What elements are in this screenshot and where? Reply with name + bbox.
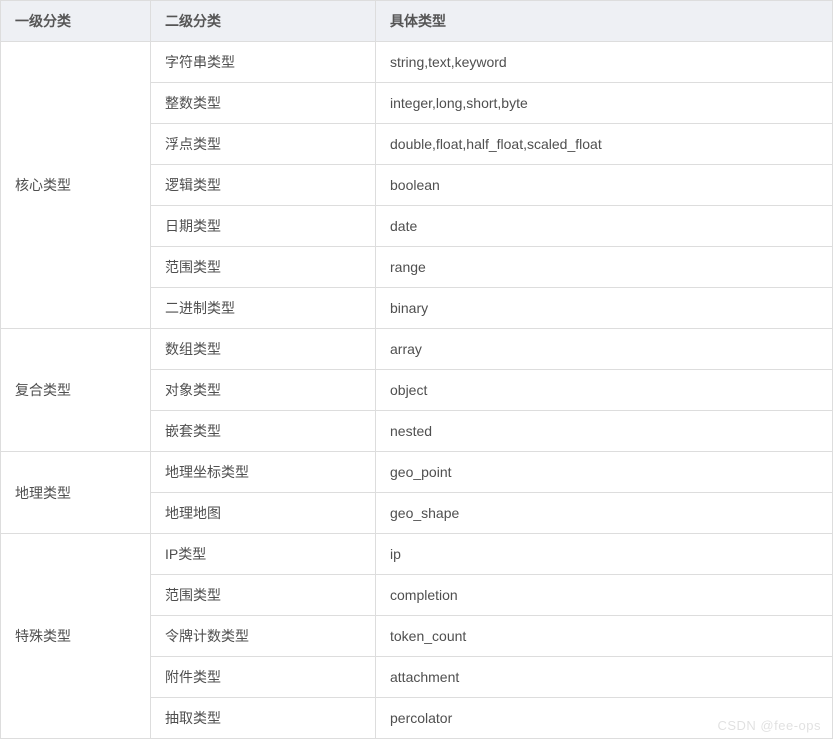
- types-cell: object: [376, 370, 833, 411]
- types-cell: string,text,keyword: [376, 42, 833, 83]
- types-cell: array: [376, 329, 833, 370]
- types-cell: date: [376, 206, 833, 247]
- types-cell: percolator: [376, 698, 833, 739]
- level1-cell: 复合类型: [1, 329, 151, 452]
- types-cell: completion: [376, 575, 833, 616]
- level2-cell: 数组类型: [151, 329, 376, 370]
- types-cell: attachment: [376, 657, 833, 698]
- type-classification-table: 一级分类 二级分类 具体类型 核心类型 字符串类型 string,text,ke…: [0, 0, 833, 739]
- header-level2: 二级分类: [151, 1, 376, 42]
- level2-cell: 地理地图: [151, 493, 376, 534]
- level2-cell: 逻辑类型: [151, 165, 376, 206]
- level2-cell: 范围类型: [151, 247, 376, 288]
- level1-cell: 特殊类型: [1, 534, 151, 739]
- level2-cell: 嵌套类型: [151, 411, 376, 452]
- types-cell: binary: [376, 288, 833, 329]
- level1-cell: 核心类型: [1, 42, 151, 329]
- table-header-row: 一级分类 二级分类 具体类型: [1, 1, 833, 42]
- level2-cell: 整数类型: [151, 83, 376, 124]
- types-cell: integer,long,short,byte: [376, 83, 833, 124]
- level2-cell: 对象类型: [151, 370, 376, 411]
- types-cell: boolean: [376, 165, 833, 206]
- header-level1: 一级分类: [1, 1, 151, 42]
- level2-cell: 范围类型: [151, 575, 376, 616]
- table-row: 地理类型 地理坐标类型 geo_point: [1, 452, 833, 493]
- level2-cell: 附件类型: [151, 657, 376, 698]
- level2-cell: 令牌计数类型: [151, 616, 376, 657]
- level2-cell: 字符串类型: [151, 42, 376, 83]
- level2-cell: 日期类型: [151, 206, 376, 247]
- types-cell: ip: [376, 534, 833, 575]
- level2-cell: 抽取类型: [151, 698, 376, 739]
- table-row: 核心类型 字符串类型 string,text,keyword: [1, 42, 833, 83]
- header-types: 具体类型: [376, 1, 833, 42]
- types-cell: token_count: [376, 616, 833, 657]
- types-cell: geo_shape: [376, 493, 833, 534]
- table-body: 核心类型 字符串类型 string,text,keyword 整数类型 inte…: [1, 42, 833, 739]
- types-cell: range: [376, 247, 833, 288]
- level2-cell: 二进制类型: [151, 288, 376, 329]
- level2-cell: 地理坐标类型: [151, 452, 376, 493]
- level2-cell: 浮点类型: [151, 124, 376, 165]
- level1-cell: 地理类型: [1, 452, 151, 534]
- types-cell: nested: [376, 411, 833, 452]
- table-row: 复合类型 数组类型 array: [1, 329, 833, 370]
- table-row: 特殊类型 IP类型 ip: [1, 534, 833, 575]
- types-cell: double,float,half_float,scaled_float: [376, 124, 833, 165]
- types-cell: geo_point: [376, 452, 833, 493]
- level2-cell: IP类型: [151, 534, 376, 575]
